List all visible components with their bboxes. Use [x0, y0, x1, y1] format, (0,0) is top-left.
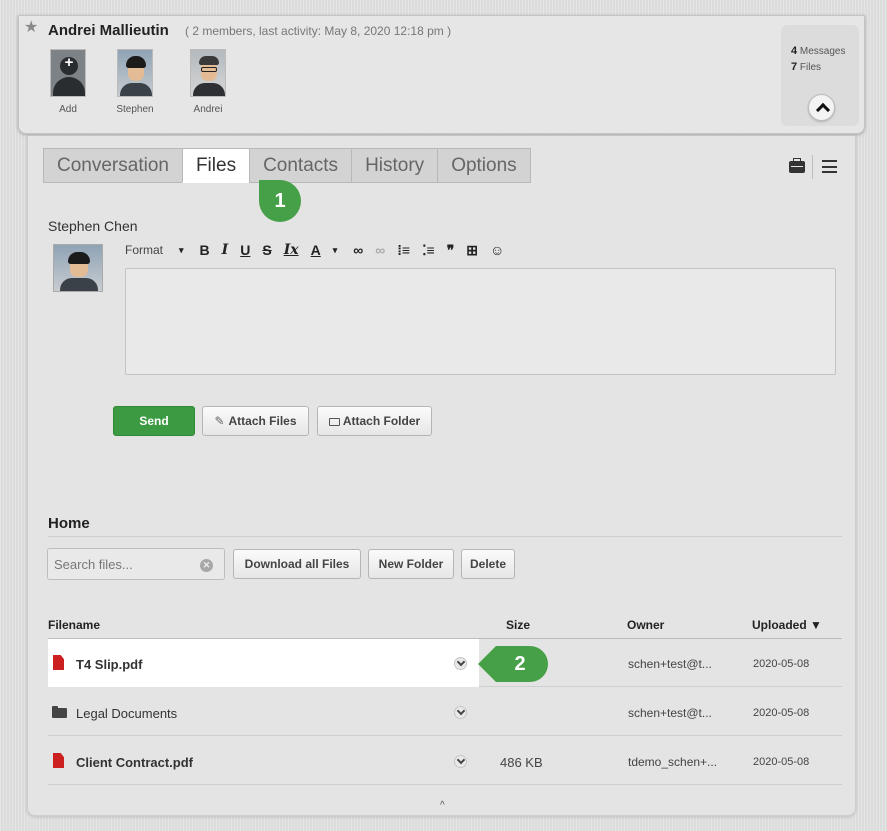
pdf-file-icon — [53, 655, 64, 670]
unlink-icon[interactable]: ∞ — [375, 242, 385, 258]
editor-toolbar: Format ▾ B I U S Ix A ▾ ∞ ∞ ⁞≡ ⁚≡ ❞ ⊞ ☺ — [125, 241, 516, 259]
tab-files[interactable]: Files — [181, 148, 250, 183]
table-row[interactable]: Legal Documents schen+test@t... 2020-05-… — [48, 688, 842, 736]
file-size: 486 KB — [500, 755, 543, 770]
folder-icon — [328, 418, 340, 426]
link-icon[interactable]: ∞ — [353, 242, 363, 258]
table-icon[interactable]: ⊞ — [466, 242, 478, 259]
bold-button[interactable]: B — [200, 242, 210, 258]
avatar[interactable] — [117, 49, 153, 97]
attach-files-button[interactable]: ✎ Attach Files — [202, 406, 309, 436]
file-name[interactable]: Client Contract.pdf — [76, 755, 193, 770]
delete-button[interactable]: Delete — [461, 549, 515, 579]
hamburger-menu-icon[interactable] — [822, 160, 837, 173]
format-caret-icon[interactable]: ▾ — [179, 245, 184, 256]
row-options-icon[interactable] — [454, 706, 467, 719]
divider — [48, 536, 842, 537]
table-row[interactable]: Client Contract.pdf 486 KB tdemo_schen+.… — [48, 737, 842, 785]
conversation-meta: ( 2 members, last activity: May 8, 2020 … — [185, 24, 452, 38]
member-stephen[interactable]: Stephen — [105, 49, 165, 115]
attach-folder-button[interactable]: Attach Folder — [317, 406, 432, 436]
send-button[interactable]: Send — [113, 406, 195, 436]
conversation-stats: 4 Messages 7 Files — [781, 25, 859, 126]
bulleted-list-icon[interactable]: ⁚≡ — [422, 242, 435, 259]
scroll-up-caret-icon[interactable]: ^ — [440, 800, 445, 811]
text-color-caret-icon[interactable]: ▾ — [333, 245, 338, 256]
text-color-button[interactable]: A — [311, 242, 321, 258]
collapse-header-button[interactable] — [808, 94, 835, 121]
author-name: Stephen Chen — [48, 218, 138, 234]
avatar[interactable] — [190, 49, 226, 97]
divider — [812, 155, 813, 179]
clear-search-icon[interactable]: ✕ — [200, 559, 213, 572]
column-header-owner[interactable]: Owner — [627, 618, 664, 632]
file-name[interactable]: T4 Slip.pdf — [76, 657, 142, 672]
attach-folder-label: Attach Folder — [342, 414, 421, 428]
add-member-avatar[interactable]: + — [50, 49, 86, 97]
attach-files-label: Attach Files — [228, 414, 297, 428]
tab-conversation[interactable]: Conversation — [43, 148, 182, 183]
table-row[interactable]: T4 Slip.pdf schen+test@t... 2020-05-08 — [48, 639, 842, 687]
search-files-input[interactable] — [47, 548, 225, 580]
strikethrough-button[interactable]: S — [262, 242, 271, 258]
column-header-uploaded[interactable]: Uploaded ▼ — [752, 618, 822, 632]
star-icon[interactable]: ★ — [24, 20, 38, 36]
member-label: Add — [59, 104, 77, 115]
file-owner: schen+test@t... — [628, 706, 712, 720]
step-badge-1: 1 — [259, 180, 301, 222]
new-folder-button[interactable]: New Folder — [368, 549, 454, 579]
emoji-icon[interactable]: ☺ — [490, 242, 504, 258]
message-editor[interactable] — [125, 268, 836, 375]
blockquote-icon[interactable]: ❞ — [447, 242, 455, 259]
column-header-filename[interactable]: Filename — [48, 618, 100, 632]
file-name[interactable]: Legal Documents — [76, 706, 177, 721]
clear-format-button[interactable]: Ix — [284, 242, 299, 258]
folder-icon — [52, 706, 67, 718]
file-owner: schen+test@t... — [628, 657, 712, 671]
numbered-list-icon[interactable]: ⁞≡ — [397, 242, 410, 258]
format-dropdown[interactable]: Format — [125, 243, 163, 257]
italic-button[interactable]: I — [222, 242, 229, 258]
tab-history[interactable]: History — [351, 148, 438, 183]
pdf-file-icon — [53, 753, 64, 768]
tab-options[interactable]: Options — [437, 148, 531, 183]
messages-count: 4 Messages — [791, 45, 846, 57]
file-uploaded: 2020-05-08 — [753, 756, 810, 768]
tab-bar: Conversation Files Contacts History Opti… — [43, 148, 531, 183]
member-andrei[interactable]: Andrei — [178, 49, 238, 115]
conversation-title: Andrei Mallieutin — [48, 22, 169, 39]
member-label: Andrei — [193, 104, 223, 115]
underline-button[interactable]: U — [240, 242, 250, 258]
download-all-button[interactable]: Download all Files — [233, 549, 361, 579]
column-header-size[interactable]: Size — [506, 618, 530, 632]
files-count: 7 Files — [791, 61, 822, 73]
file-uploaded: 2020-05-08 — [753, 707, 810, 719]
conversation-header: ★ Andrei Mallieutin ( 2 members, last ac… — [18, 15, 865, 134]
member-label: Stephen — [116, 104, 154, 115]
file-uploaded: 2020-05-08 — [753, 658, 810, 670]
row-options-icon[interactable] — [454, 755, 467, 768]
file-owner: tdemo_schen+... — [628, 755, 718, 769]
row-options-icon[interactable] — [454, 657, 467, 670]
member-add[interactable]: + Add — [38, 49, 98, 115]
paperclip-icon: ✎ — [214, 414, 225, 428]
toolbox-icon[interactable] — [789, 158, 805, 173]
folder-breadcrumb: Home — [48, 515, 90, 532]
author-avatar — [53, 244, 103, 292]
tab-contacts[interactable]: Contacts — [249, 148, 352, 183]
